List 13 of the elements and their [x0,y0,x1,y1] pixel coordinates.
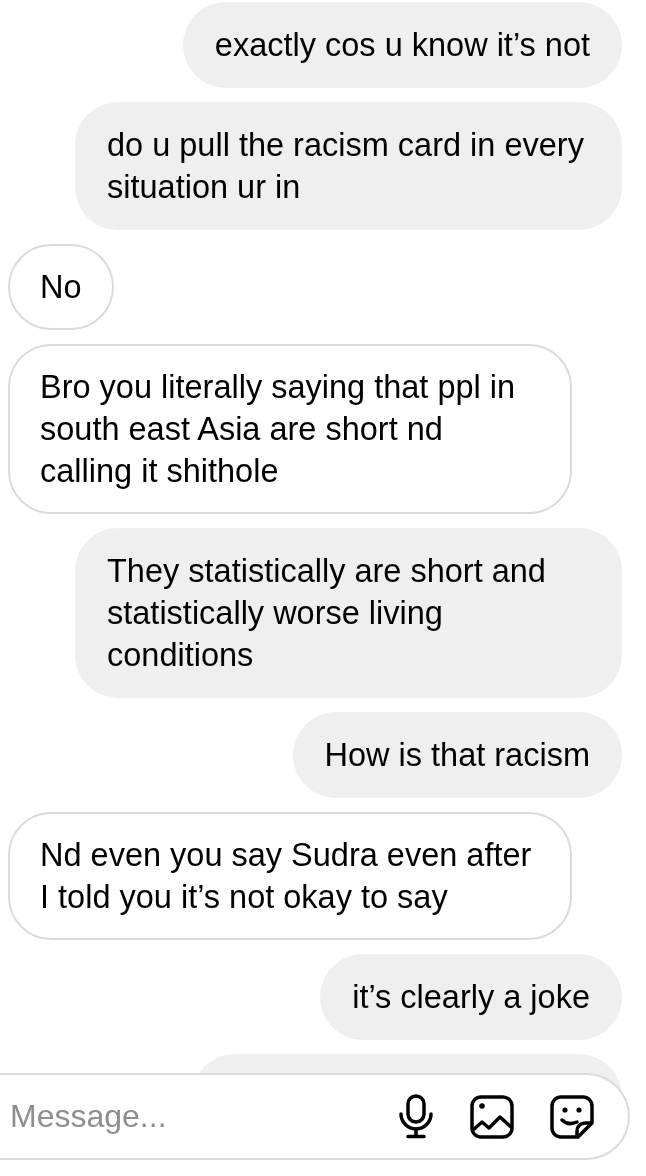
message-text: No [40,268,82,307]
message-text: They statistically are short and statistically worse living conditions [107,552,547,675]
message-text: exactly cos u know it’s not [214,26,590,65]
message-text: How is that racism [324,736,590,775]
microphone-icon[interactable] [398,1093,434,1140]
message-text: it’s clearly a joke [352,978,590,1017]
message-field[interactable]: Message... [0,1073,630,1160]
message-input[interactable]: Message... [10,1094,362,1139]
message-text: do u pull the racism card in every situation ur in [107,126,585,207]
image-icon[interactable] [470,1094,514,1139]
sticker-icon[interactable] [550,1094,594,1139]
message-text: Nd even you say Sudra even after I told you it’s not okay to say [40,836,533,917]
message-text: Bro you literally saying that ppl in south east Asia are short nd calling it shithole [40,368,517,491]
